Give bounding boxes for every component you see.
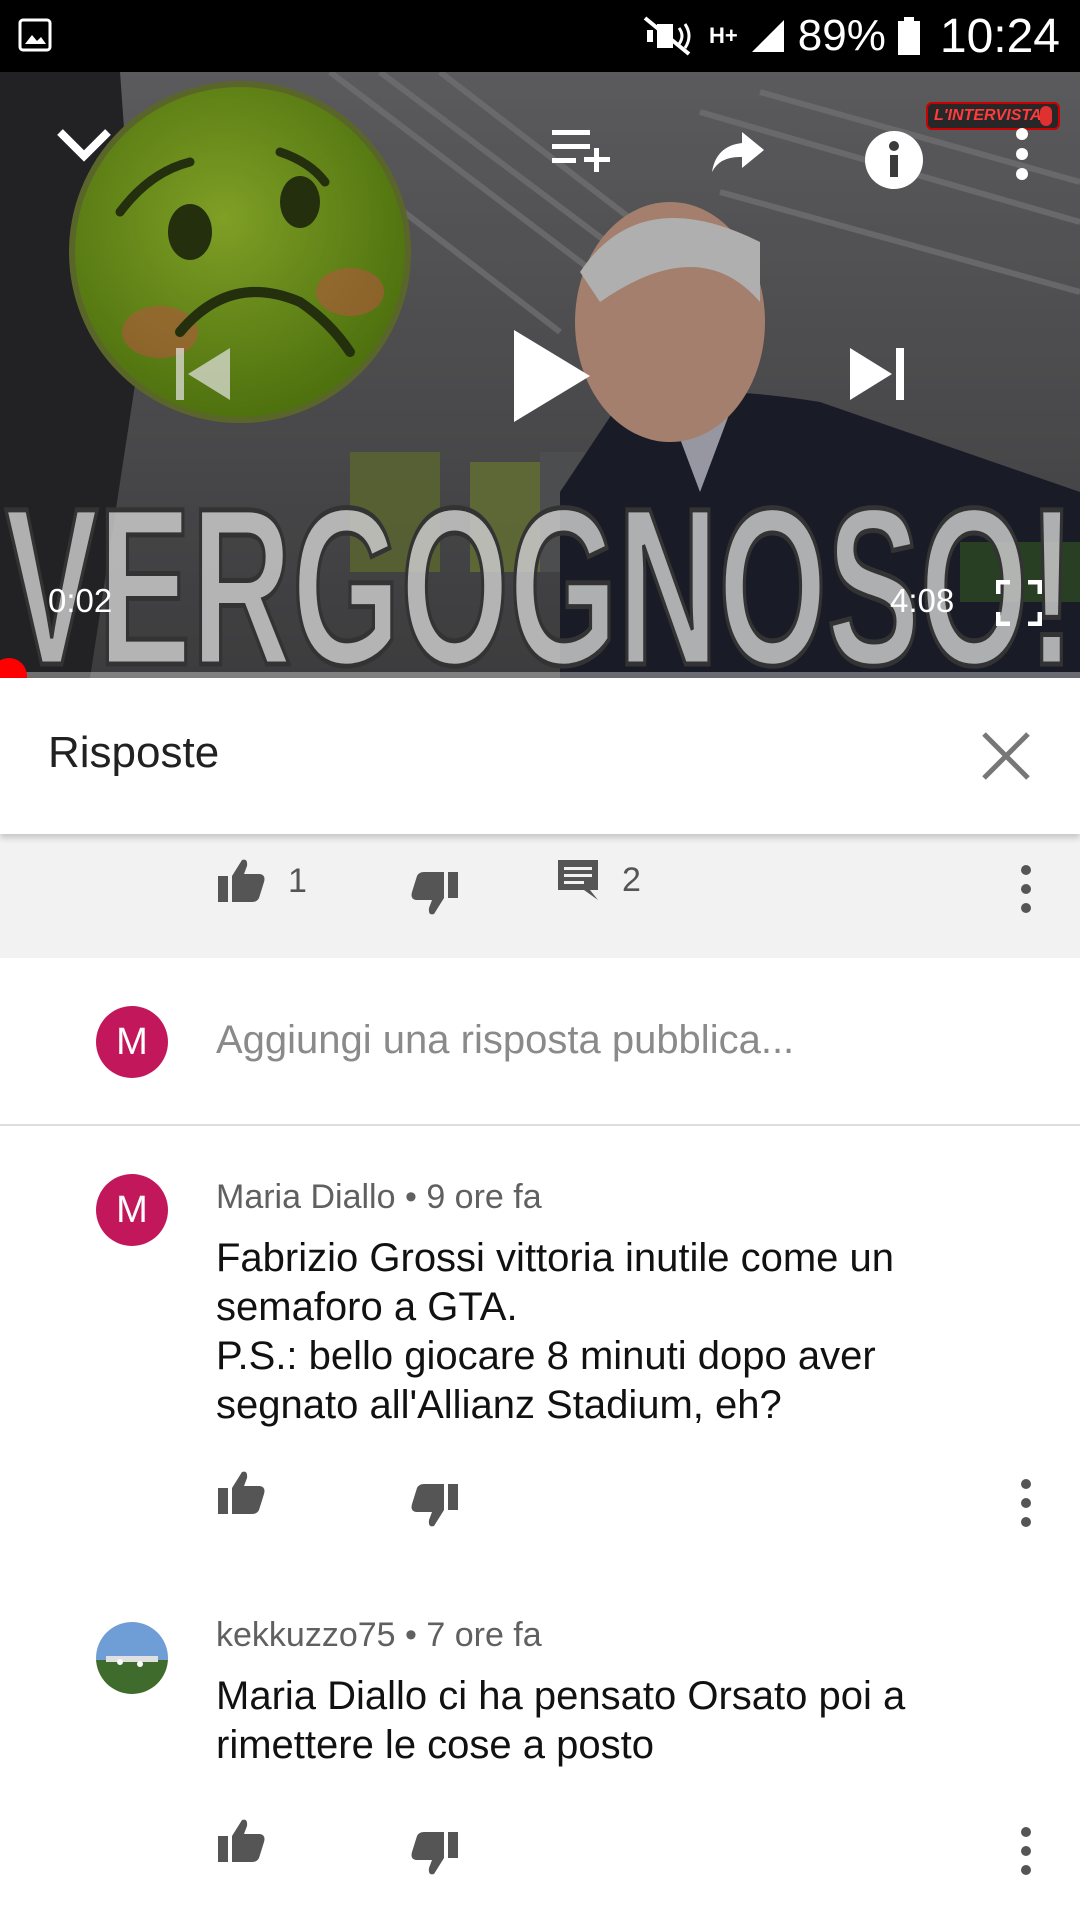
comment-author[interactable]: kekkuzzo75 (216, 1616, 396, 1654)
thumb-down-icon (411, 1484, 458, 1527)
previous-icon[interactable] (174, 346, 232, 402)
battery-icon (897, 17, 920, 55)
close-icon[interactable] (976, 726, 1036, 786)
comment-meta: Maria Diallo • 9 ore fa (216, 1178, 542, 1217)
comment-author[interactable]: Maria Diallo (216, 1178, 396, 1216)
reply-count: 2 (622, 860, 641, 899)
replies-title: Risposte (48, 728, 220, 777)
reply-input[interactable]: Aggiungi una risposta pubblica... (216, 1018, 794, 1063)
like-button[interactable]: 1 (216, 858, 307, 904)
thumb-up-icon (218, 1819, 265, 1862)
mute-icon (643, 16, 691, 56)
thumb-up-icon (218, 1471, 265, 1514)
network-type: H+ (709, 23, 738, 48)
meta-separator: • (405, 1616, 427, 1654)
add-to-playlist-icon[interactable] (550, 126, 614, 174)
comment-line: rimettere le cose a posto (216, 1723, 654, 1767)
thumb-down-icon (411, 872, 458, 915)
comment-menu-icon[interactable] (1018, 1478, 1034, 1528)
signal-icon (751, 20, 784, 52)
comment-time: 7 ore fa (426, 1616, 542, 1654)
replies-button[interactable]: 2 (556, 858, 641, 902)
user-avatar: M (96, 1006, 168, 1078)
minimize-chevron-icon[interactable] (56, 126, 112, 166)
gallery-notification-icon (18, 18, 52, 52)
comment-menu-icon[interactable] (1018, 1826, 1034, 1876)
battery-percent: 89% (797, 11, 886, 60)
share-icon[interactable] (710, 130, 766, 174)
thumb-down-icon (411, 1832, 458, 1875)
play-icon[interactable] (510, 328, 592, 424)
fullscreen-icon[interactable] (996, 580, 1042, 626)
video-player[interactable]: VERGOGNOSO! L'INTERVISTA 0:02 4:08 (0, 72, 1080, 678)
comment-item: M Maria Diallo • 9 ore fa Fabrizio Gross… (0, 1126, 1080, 1556)
more-options-icon[interactable] (1014, 128, 1030, 180)
clock: 10:24 (939, 9, 1060, 63)
status-bar: H+ 89% 10:24 (0, 0, 1080, 72)
info-icon[interactable] (864, 130, 924, 190)
replies-header: Risposte (0, 678, 1080, 834)
meta-separator: • (404, 1178, 427, 1216)
parent-comment-actions: 1 2 (0, 834, 1080, 958)
next-icon[interactable] (848, 346, 906, 402)
comment-avatar[interactable]: M (96, 1174, 168, 1246)
channel-watermark: L'INTERVISTA (926, 102, 1060, 130)
like-count: 1 (288, 861, 307, 900)
reply-composer[interactable]: M Aggiungi una risposta pubblica... (0, 958, 1080, 1126)
duration: 4:08 (890, 582, 955, 619)
comment-item: kekkuzzo75 • 7 ore fa Maria Diallo ci ha… (0, 1556, 1080, 1920)
watermark-text: L'INTERVISTA (934, 107, 1042, 124)
comment-line: Fabrizio Grossi vittoria inutile come un (216, 1236, 895, 1280)
comment-line: P.S.: bello giocare 8 minuti dopo aver (216, 1334, 876, 1378)
comment-meta: kekkuzzo75 • 7 ore fa (216, 1616, 542, 1655)
comment-time: 9 ore fa (426, 1178, 542, 1216)
comment-line: Maria Diallo ci ha pensato Orsato poi a (216, 1674, 906, 1718)
dislike-button[interactable] (410, 1830, 460, 1876)
current-time: 0:02 (48, 582, 113, 619)
thumb-up-icon (218, 859, 265, 902)
comment-text: Maria Diallo ci ha pensato Orsato poi a … (216, 1672, 1016, 1770)
comment-line: segnato all'Allianz Stadium, eh? (216, 1383, 782, 1427)
comment-icon (558, 860, 598, 900)
comment-text: Fabrizio Grossi vittoria inutile come un… (216, 1234, 1016, 1430)
dislike-button[interactable] (410, 870, 460, 916)
comment-avatar[interactable] (96, 1622, 168, 1694)
dislike-button[interactable] (410, 1482, 460, 1528)
mic-icon (1040, 106, 1052, 126)
like-button[interactable] (216, 1470, 266, 1516)
comment-menu-icon[interactable] (1018, 864, 1034, 914)
like-button[interactable] (216, 1818, 266, 1864)
comment-line: semaforo a GTA. (216, 1285, 518, 1329)
